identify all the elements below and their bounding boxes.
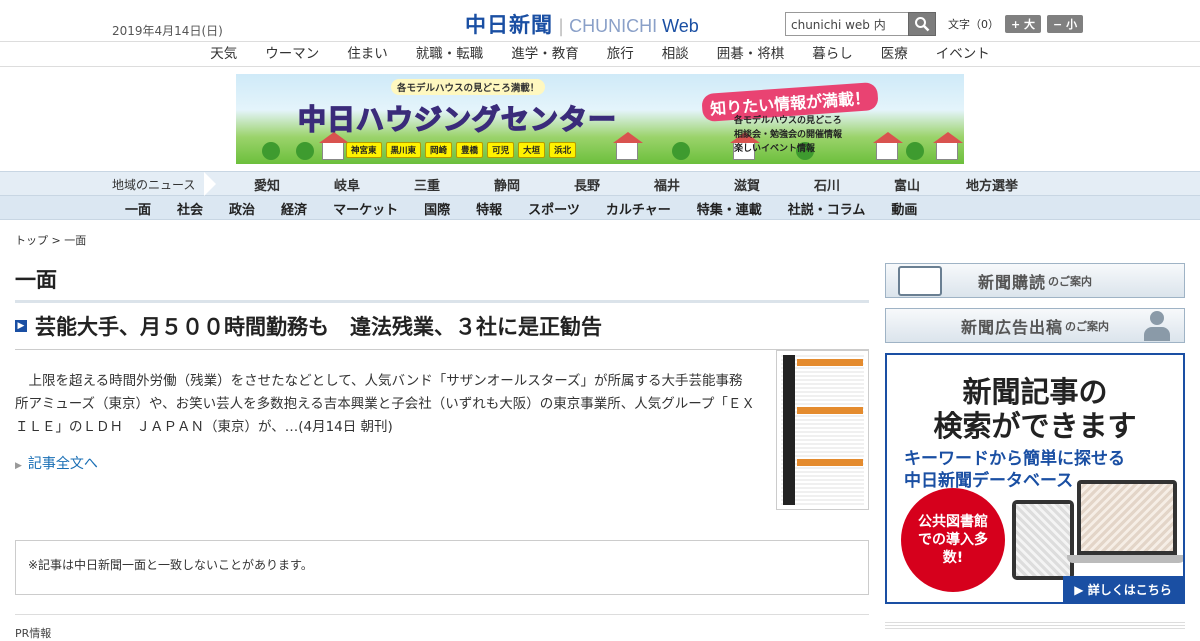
section-politics[interactable]: 政治 [216, 199, 268, 218]
tree-icon [296, 142, 314, 160]
article-date: (4月14日 朝刊) [298, 419, 393, 435]
read-more-link[interactable]: ▶ 記事全文へ [15, 453, 98, 478]
tablet-icon [1012, 500, 1074, 580]
banner-title: 中日ハウジングセンター [297, 102, 618, 137]
headline-text[interactable]: 芸能大手、月５００時間勤務も 違法残業、３社に是正勧告 [35, 311, 602, 341]
region-mie[interactable]: 三重 [387, 175, 467, 194]
section-culture[interactable]: カルチャー [593, 199, 684, 218]
breadcrumb-current: 一面 [64, 234, 87, 247]
section-video[interactable]: 動画 [878, 199, 930, 218]
search-input[interactable] [785, 12, 908, 36]
section-nav: 一面 社会 政治 経済 マーケット 国際 特報 スポーツ カルチャー 特集・連載… [0, 196, 1200, 220]
section-tokuho[interactable]: 特報 [463, 199, 515, 218]
section-market[interactable]: マーケット [320, 199, 411, 218]
banner-list: 各モデルハウスの見どころ 相談会・勉強会の開催情報 楽しいイベント情報 [734, 116, 843, 154]
tree-icon [672, 142, 690, 160]
category-travel[interactable]: 旅行 [593, 42, 648, 66]
house-icon [613, 132, 643, 160]
category-nav: 天気 ウーマン 住まい 就職・転職 進学・教育 旅行 相談 囲碁・将棋 暮らし … [0, 42, 1200, 67]
advertise-button[interactable]: 新聞広告出稿 のご案内 [885, 308, 1185, 343]
font-size-label: 文字（0） [948, 18, 999, 31]
chevron-right-icon [204, 172, 216, 196]
region-shizuoka[interactable]: 静岡 [467, 175, 547, 194]
category-woman[interactable]: ウーマン [251, 42, 333, 66]
article: 上限を超える時間外労働（残業）をさせたなどとして、人気バンド「サザンオールスター… [15, 370, 869, 478]
category-housing[interactable]: 住まい [333, 42, 402, 66]
pr-section: PR情報 [15, 614, 869, 641]
ad-circle-badge: 公共図書館での導入多数! [901, 488, 1005, 592]
laptop-icon [1077, 480, 1177, 555]
region-toyama[interactable]: 富山 [867, 175, 947, 194]
font-smaller-button[interactable]: − 小 [1047, 15, 1084, 33]
category-go-shogi[interactable]: 囲碁・将棋 [703, 42, 799, 66]
region-ishikawa[interactable]: 石川 [787, 175, 867, 194]
search-icon [915, 17, 930, 32]
region-nav: 地域のニュース 愛知 岐阜 三重 静岡 長野 福井 滋賀 石川 富山 地方選挙 [0, 171, 1200, 196]
site-logo[interactable]: 中日新聞 | CHUNICHI Web [465, 9, 699, 39]
page-title: 一面 [15, 264, 869, 303]
section-front-page[interactable]: 一面 [112, 199, 164, 218]
newspaper-thumbnail[interactable] [776, 350, 869, 510]
article-headline: ▶ 芸能大手、月５００時間勤務も 違法残業、３社に是正勧告 [15, 311, 869, 350]
person-icon [1144, 311, 1170, 341]
section-editorial[interactable]: 社説・コラム [775, 199, 879, 218]
section-international[interactable]: 国際 [411, 199, 463, 218]
article-body: 上限を超える時間外労働（残業）をさせたなどとして、人気バンド「サザンオールスター… [15, 370, 755, 478]
sidebar-divider [885, 622, 1185, 630]
region-local-election[interactable]: 地方選挙 [947, 175, 1037, 194]
banner-areas: 神宮東 黒川東 岡崎 豊橋 可児 大垣 浜北 [346, 142, 577, 158]
font-bigger-button[interactable]: + 大 [1005, 15, 1042, 33]
search-button[interactable] [908, 12, 936, 36]
ad-details-link[interactable]: ▶ 詳しくはこちら [1063, 576, 1183, 602]
arrow-right-icon: ▶ [15, 320, 27, 332]
sidebar: 新聞購読 のご案内 新聞広告出稿 のご案内 新聞記事の 検索ができます キーワードか… [885, 263, 1185, 630]
caret-right-icon: ▶ [15, 461, 22, 471]
site-search [785, 12, 936, 36]
house-icon [933, 132, 963, 160]
main-content: トップ > 一面 一面 ▶ 芸能大手、月５００時間勤務も 違法残業、３社に是正勧… [15, 232, 869, 640]
breadcrumb: トップ > 一面 [15, 234, 87, 247]
current-date: 2019年4月14日(日) [112, 24, 223, 38]
category-education[interactable]: 進学・教育 [497, 42, 593, 66]
category-event[interactable]: イベント [922, 42, 1004, 66]
category-consult[interactable]: 相談 [648, 42, 703, 66]
database-ad[interactable]: 新聞記事の 検索ができます キーワードから簡単に探せる 中日新聞データベース 公… [885, 353, 1185, 604]
region-nagano[interactable]: 長野 [547, 175, 627, 194]
category-medical[interactable]: 医療 [867, 42, 922, 66]
region-shiga[interactable]: 滋賀 [707, 175, 787, 194]
logo-english: CHUNICHI Web [569, 16, 699, 36]
house-icon [319, 132, 349, 160]
region-nav-label: 地域のニュース [112, 178, 196, 192]
category-weather[interactable]: 天気 [196, 42, 251, 66]
tree-icon [262, 142, 280, 160]
region-fukui[interactable]: 福井 [627, 175, 707, 194]
category-jobs[interactable]: 就職・転職 [402, 42, 498, 66]
font-size-control: 文字（0） + 大 − 小 [948, 15, 1084, 33]
section-features[interactable]: 特集・連載 [684, 199, 775, 218]
notice-box: ※記事は中日新聞一面と一致しないことがあります。 [15, 540, 869, 595]
section-economy[interactable]: 経済 [268, 199, 320, 218]
subscribe-button[interactable]: 新聞購読 のご案内 [885, 263, 1185, 298]
site-header: 2019年4月14日(日) 中日新聞 | CHUNICHI Web 文字（0） … [0, 0, 1200, 42]
breadcrumb-top[interactable]: トップ [15, 234, 48, 247]
region-aichi[interactable]: 愛知 [227, 175, 307, 194]
category-living[interactable]: 暮らし [798, 42, 867, 66]
newspaper-icon [898, 266, 942, 296]
section-sports[interactable]: スポーツ [515, 199, 593, 218]
banner-top-text: 各モデルハウスの見どころ満載！ [391, 79, 546, 95]
banner-area: 各モデルハウスの見どころ満載！ 中日ハウジングセンター 知りたい情報が満載！ 各… [0, 67, 1200, 171]
region-gifu[interactable]: 岐阜 [307, 175, 387, 194]
housing-center-banner[interactable]: 各モデルハウスの見どころ満載！ 中日ハウジングセンター 知りたい情報が満載！ 各… [236, 74, 964, 164]
logo-japanese: 中日新聞 [465, 12, 553, 37]
house-icon [873, 132, 903, 160]
tree-icon [906, 142, 924, 160]
section-society[interactable]: 社会 [164, 199, 216, 218]
